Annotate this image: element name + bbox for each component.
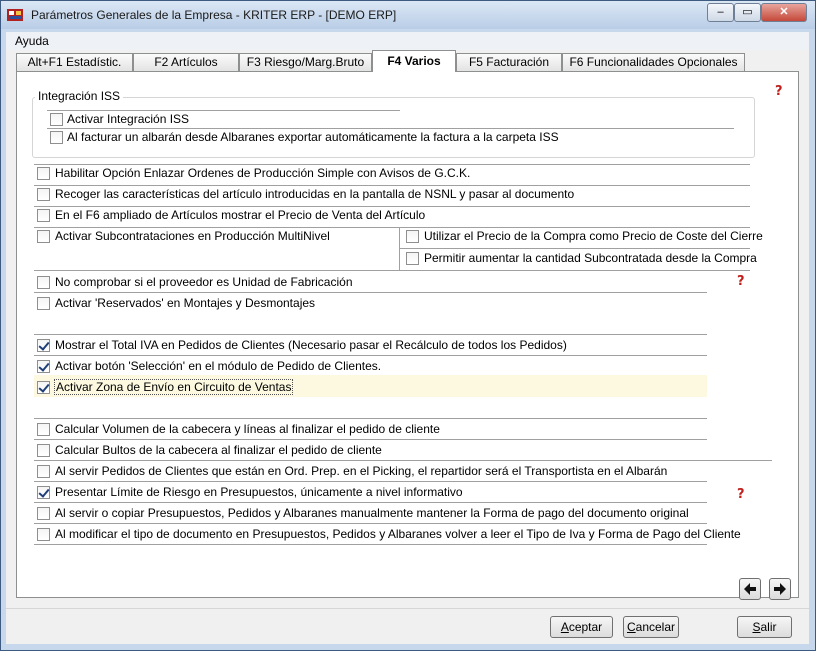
divider	[34, 270, 750, 271]
checkbox-subcontrataciones[interactable]	[37, 230, 50, 243]
checkbox-total-iva-pedidos[interactable]	[37, 339, 50, 352]
divider	[34, 481, 707, 482]
label-aumentar-subcontratada: Permitir aumentar la cantidad Subcontrat…	[424, 251, 757, 265]
svg-text:?: ?	[737, 274, 745, 287]
aceptar-button[interactable]: Aceptar	[550, 616, 613, 638]
svg-text:?: ?	[775, 84, 783, 97]
checkbox-precio-venta-f6[interactable]	[37, 209, 50, 222]
checkbox-precio-compra-coste[interactable]	[406, 230, 419, 243]
label-integracion-iss: Activar Integración ISS	[67, 112, 190, 126]
tab-estadisticas[interactable]: Alt+F1 Estadístic.	[16, 53, 133, 71]
divider	[34, 544, 707, 545]
help-icon[interactable]: ?	[736, 273, 750, 287]
aceptar-mnemonic: A	[560, 620, 569, 634]
checkbox-limite-riesgo[interactable]	[37, 486, 50, 499]
divider	[34, 292, 707, 293]
checkbox-reservados-montajes[interactable]	[37, 297, 50, 310]
restore-button[interactable]: ▭	[734, 3, 761, 22]
salir-label: alir	[760, 620, 777, 634]
group-title: Integración ISS	[35, 89, 124, 103]
menu-ayuda[interactable]: Ayuda	[15, 34, 49, 48]
checkbox-repartidor-transportista[interactable]	[37, 465, 50, 478]
divider	[34, 227, 750, 228]
label-caracteristicas-nsnl: Recoger las características del artículo…	[55, 187, 575, 201]
divider	[47, 110, 400, 111]
tab-facturacion[interactable]: F5 Facturación	[456, 53, 562, 71]
tab-panel-varios: Integración ISS Activar Integración ISS …	[16, 71, 799, 598]
checkbox-leer-tipo-iva[interactable]	[37, 528, 50, 541]
title-bar[interactable]: Parámetros Generales de la Empresa - KRI…	[1, 1, 815, 29]
svg-text:?: ?	[737, 487, 745, 500]
tab-riesgo[interactable]: F3 Riesgo/Marg.Bruto	[239, 53, 372, 71]
divider	[400, 248, 750, 249]
checkbox-caracteristicas-nsnl[interactable]	[37, 188, 50, 201]
salir-button[interactable]: Salir	[737, 616, 792, 638]
checkbox-calcular-volumen[interactable]	[37, 423, 50, 436]
label-subcontrataciones: Activar Subcontrataciones en Producción …	[55, 229, 330, 243]
label-calcular-bultos: Calcular Bultos de la cabecera al finali…	[55, 443, 382, 457]
label-precio-venta-f6: En el F6 ampliado de Artículos mostrar e…	[55, 208, 426, 222]
divider	[34, 206, 750, 207]
divider	[47, 128, 734, 129]
label-unidad-fabricacion: No comprobar si el proveedor es Unidad d…	[55, 275, 353, 289]
checkbox-integracion-iss[interactable]	[50, 113, 63, 126]
next-button[interactable]	[769, 578, 791, 600]
checkbox-boton-seleccion[interactable]	[37, 360, 50, 373]
checkbox-enlazar-ordenes[interactable]	[37, 167, 50, 180]
arrow-right-icon	[774, 583, 786, 595]
minimize-button[interactable]: –	[707, 3, 734, 22]
checkbox-zona-envio[interactable]	[37, 381, 50, 394]
app-icon	[7, 9, 23, 21]
arrow-left-icon	[744, 583, 756, 595]
label-enlazar-ordenes: Habilitar Opción Enlazar Ordenes de Prod…	[55, 166, 471, 180]
label-precio-compra-coste: Utilizar el Precio de la Compra como Pre…	[424, 229, 763, 243]
label-leer-tipo-iva: Al modificar el tipo de documento en Pre…	[55, 527, 741, 541]
divider	[399, 227, 400, 271]
tab-funcionalidades[interactable]: F6 Funcionalidades Opcionales	[562, 53, 745, 71]
divider	[34, 439, 707, 440]
checkbox-exportar-factura-iss[interactable]	[50, 131, 63, 144]
divider	[34, 185, 750, 186]
checkbox-calcular-bultos[interactable]	[37, 444, 50, 457]
aceptar-label: ceptar	[568, 620, 603, 634]
label-limite-riesgo: Presentar Límite de Riesgo en Presupuest…	[55, 485, 463, 499]
close-button[interactable]: ✕	[761, 3, 807, 22]
prev-button[interactable]	[739, 578, 761, 600]
divider	[34, 355, 707, 356]
label-boton-seleccion: Activar botón 'Selección' en el módulo d…	[55, 359, 382, 373]
divider	[34, 460, 772, 461]
tab-varios[interactable]: F4 Varios	[372, 50, 456, 72]
label-repartidor-transportista: Al servir Pedidos de Clientes que están …	[55, 464, 668, 478]
dialog-client: Alt+F1 Estadístic. F2 Artículos F3 Riesg…	[6, 50, 809, 644]
menu-bar: Ayuda	[6, 32, 809, 51]
label-exportar-factura-iss: Al facturar un albarán desde Albaranes e…	[67, 130, 559, 144]
salir-mnemonic: S	[752, 620, 761, 634]
divider	[34, 334, 707, 335]
label-zona-envio: Activar Zona de Envío en Circuito de Ven…	[53, 379, 294, 395]
divider	[34, 418, 707, 419]
label-calcular-volumen: Calcular Volumen de la cabecera y líneas…	[55, 422, 440, 436]
divider	[34, 523, 707, 524]
window-title: Parámetros Generales de la Empresa - KRI…	[31, 8, 397, 22]
cancelar-mnemonic: C	[626, 620, 636, 634]
help-icon[interactable]: ?	[736, 486, 750, 500]
checkbox-unidad-fabricacion[interactable]	[37, 276, 50, 289]
label-reservados-montajes: Activar 'Reservados' en Montajes y Desmo…	[55, 296, 316, 310]
label-mantener-forma-pago: Al servir o copiar Presupuestos, Pedidos…	[55, 506, 689, 520]
divider	[34, 502, 707, 503]
divider	[6, 608, 809, 609]
cancelar-label: ancelar	[635, 620, 676, 634]
window: Parámetros Generales de la Empresa - KRI…	[0, 0, 816, 651]
label-total-iva-pedidos: Mostrar el Total IVA en Pedidos de Clien…	[55, 338, 567, 352]
checkbox-mantener-forma-pago[interactable]	[37, 507, 50, 520]
checkbox-aumentar-subcontratada[interactable]	[406, 252, 419, 265]
divider	[34, 164, 750, 165]
tab-articulos[interactable]: F2 Artículos	[133, 53, 239, 71]
cancelar-button[interactable]: Cancelar	[623, 616, 679, 638]
help-icon[interactable]: ?	[774, 83, 788, 97]
